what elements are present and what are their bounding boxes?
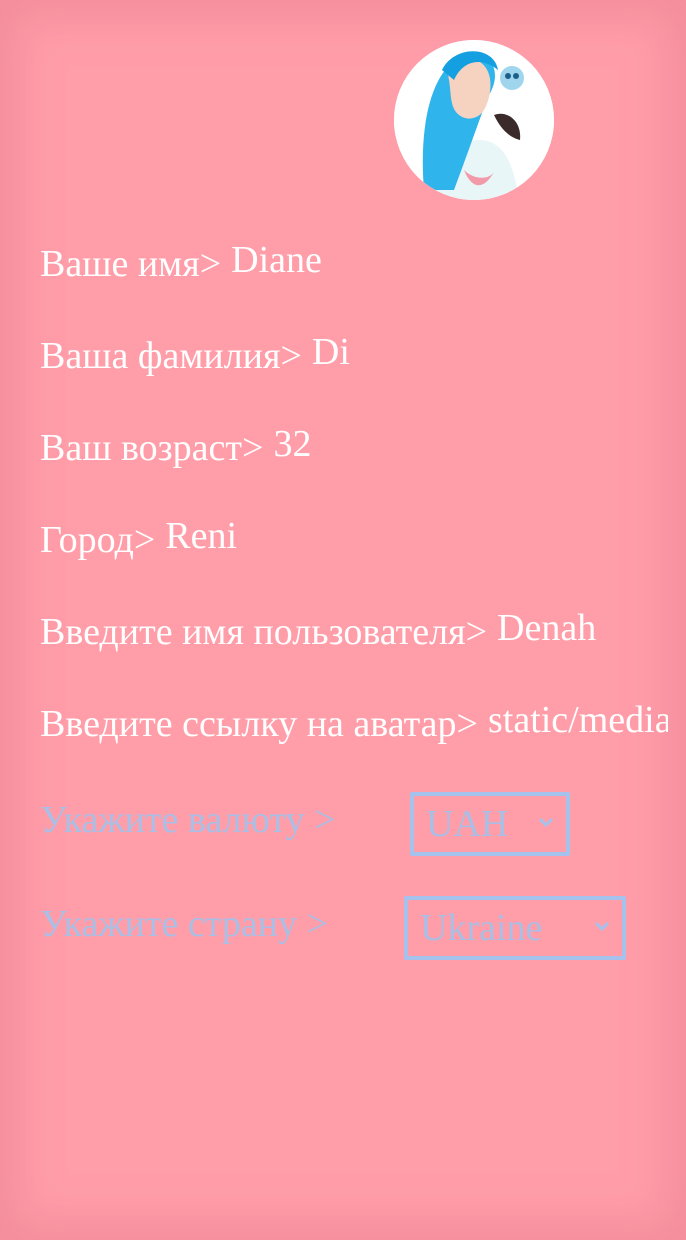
first-name-input[interactable] — [231, 238, 686, 282]
avatar[interactable] — [394, 40, 554, 200]
age-row: Ваш возраст> — [40, 422, 686, 470]
country-select[interactable]: Ukraine — [404, 896, 626, 960]
first-name-label: Ваше имя> — [40, 243, 222, 285]
last-name-input[interactable] — [311, 330, 686, 374]
username-input[interactable] — [497, 606, 658, 650]
currency-select[interactable]: UAH — [410, 792, 570, 856]
last-name-row: Ваша фамилия> — [40, 330, 686, 378]
age-label: Ваш возраст> — [40, 427, 264, 469]
currency-label: Укажите валюту > — [40, 799, 336, 841]
city-row: Город> — [40, 514, 626, 562]
city-input[interactable] — [165, 514, 626, 558]
last-name-label: Ваша фамилия> — [40, 335, 302, 377]
avatar-url-input[interactable] — [487, 698, 668, 742]
age-input[interactable] — [273, 422, 686, 466]
chevron-down-icon — [538, 817, 554, 828]
country-selected-value: Ukraine — [420, 907, 543, 949]
city-label: Город> — [40, 519, 156, 561]
avatar-illustration — [394, 40, 554, 200]
avatar-url-label: Введите ссылку на аватар> — [40, 703, 478, 745]
username-label: Введите имя пользователя> — [40, 611, 488, 653]
first-name-row: Ваше имя> — [40, 238, 686, 286]
currency-selected-value: UAH — [426, 803, 509, 845]
avatar-url-row: Введите ссылку на аватар> — [40, 698, 668, 746]
country-label: Укажите страну > — [40, 903, 328, 945]
chevron-down-icon — [594, 921, 610, 932]
username-row: Введите имя пользователя> — [40, 606, 658, 654]
